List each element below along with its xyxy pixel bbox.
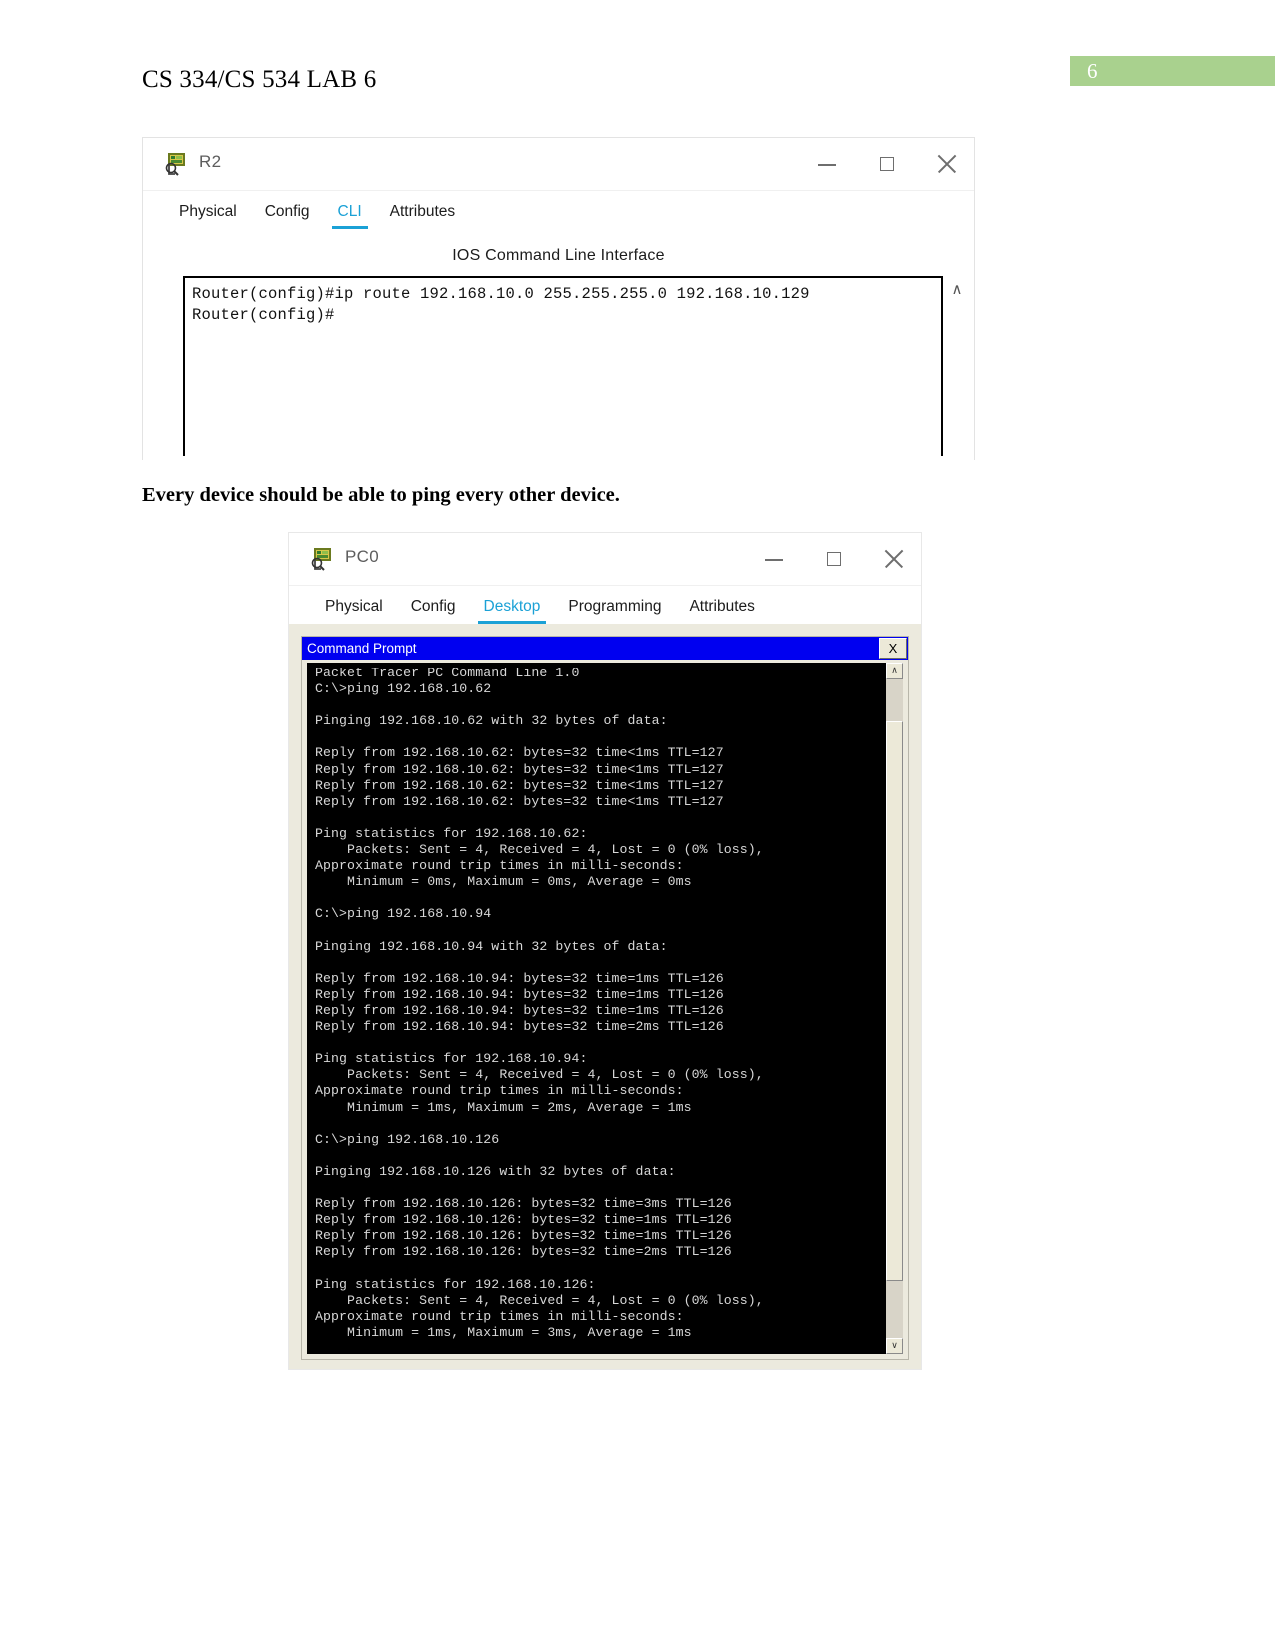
tab-cli[interactable]: CLI bbox=[324, 203, 376, 229]
tab-attributes[interactable]: Attributes bbox=[675, 598, 768, 624]
pc0-tab-strip: Physical Config Desktop Programming Attr… bbox=[289, 586, 921, 624]
terminal-output[interactable]: Packet Tracer PC Command Line 1.0 C:\>pi… bbox=[307, 663, 885, 1354]
maximize-icon[interactable] bbox=[876, 153, 898, 175]
terminal-text: Packet Tracer PC Command Line 1.0 C:\>pi… bbox=[315, 665, 764, 1340]
page-title: CS 334/CS 534 LAB 6 bbox=[142, 66, 377, 93]
close-icon[interactable] bbox=[936, 153, 958, 175]
command-prompt-title: Command Prompt bbox=[307, 641, 417, 656]
body-caption: Every device should be able to ping ever… bbox=[142, 484, 620, 506]
router-icon bbox=[165, 153, 185, 176]
close-icon[interactable] bbox=[883, 548, 905, 570]
r2-console-output[interactable]: Router(config)#ip route 192.168.10.0 255… bbox=[183, 276, 943, 456]
cli-heading: IOS Command Line Interface bbox=[452, 247, 665, 264]
r2-title-bar: R2 bbox=[143, 138, 974, 191]
tab-attributes[interactable]: Attributes bbox=[376, 203, 469, 229]
r2-window-title: R2 bbox=[199, 152, 222, 171]
terminal-area: Packet Tracer PC Command Line 1.0 C:\>pi… bbox=[307, 663, 903, 1354]
minimize-icon[interactable] bbox=[816, 153, 838, 175]
scroll-down-icon[interactable]: ∨ bbox=[886, 1338, 903, 1354]
pc0-window-title: PC0 bbox=[345, 547, 379, 566]
command-prompt-window: Command Prompt X Packet Tracer PC Comman… bbox=[301, 636, 909, 1360]
r2-window-controls bbox=[816, 138, 958, 190]
pc0-desktop-panel: Command Prompt X Packet Tracer PC Comman… bbox=[289, 624, 921, 1369]
tab-desktop[interactable]: Desktop bbox=[470, 598, 555, 624]
tab-config[interactable]: Config bbox=[251, 203, 324, 229]
r2-device-window: R2 Physical Config CLI Attributes IOS Co… bbox=[142, 137, 975, 460]
pc0-title-bar: PC0 bbox=[289, 533, 921, 586]
r2-console-text: Router(config)#ip route 192.168.10.0 255… bbox=[192, 285, 810, 324]
r2-tab-strip: Physical Config CLI Attributes bbox=[143, 191, 974, 229]
command-prompt-title-bar: Command Prompt X bbox=[302, 637, 908, 660]
scrollbar-thumb[interactable] bbox=[886, 721, 903, 1281]
pc0-device-window: PC0 Physical Config Desktop Programming … bbox=[288, 532, 922, 1370]
scroll-up-icon[interactable]: ∧ bbox=[886, 663, 903, 679]
pc-icon bbox=[311, 548, 331, 571]
r2-cli-panel: IOS Command Line Interface Router(config… bbox=[143, 229, 974, 460]
terminal-top-clip bbox=[307, 663, 885, 668]
page-number-badge: 6 bbox=[1070, 56, 1275, 86]
pc0-window-controls bbox=[763, 533, 905, 585]
maximize-icon[interactable] bbox=[823, 548, 845, 570]
terminal-scrollbar[interactable]: ∧ ∨ bbox=[885, 663, 903, 1354]
tab-config[interactable]: Config bbox=[397, 598, 470, 624]
tab-programming[interactable]: Programming bbox=[554, 598, 675, 624]
minimize-icon[interactable] bbox=[763, 548, 785, 570]
tab-physical[interactable]: Physical bbox=[165, 203, 251, 229]
scroll-up-icon[interactable]: ∧ bbox=[948, 281, 966, 299]
tab-physical[interactable]: Physical bbox=[311, 598, 397, 624]
command-prompt-close-button[interactable]: X bbox=[879, 638, 907, 659]
